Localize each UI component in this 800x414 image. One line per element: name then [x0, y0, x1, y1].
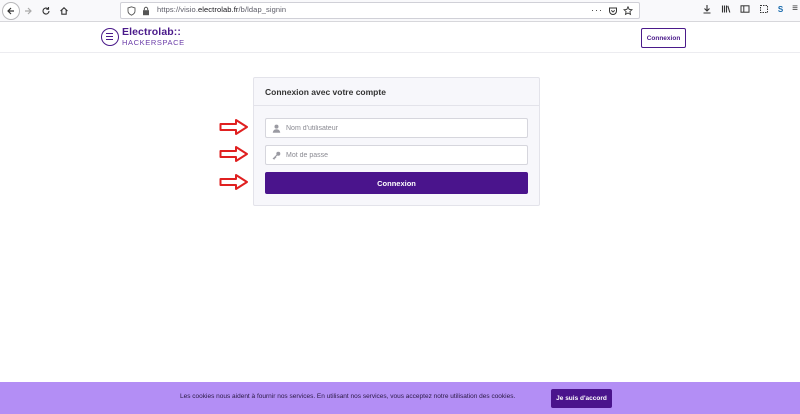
submit-login-button[interactable]: Connexion	[265, 172, 528, 194]
password-field[interactable]	[265, 145, 528, 165]
back-button[interactable]	[2, 2, 20, 20]
cookie-banner: Les cookies nous aident à fournir nos se…	[0, 382, 800, 414]
site-header: Electrolab:: HACKERSPACE Connexion	[0, 22, 800, 53]
cookie-accept-button[interactable]: Je suis d'accord	[551, 389, 612, 408]
red-arrow-icon	[219, 146, 248, 162]
username-field[interactable]	[265, 118, 528, 138]
pocket-icon[interactable]	[608, 6, 618, 16]
lock-icon[interactable]	[142, 6, 150, 16]
back-arrow-icon	[7, 7, 14, 15]
red-arrow-icon	[219, 174, 248, 190]
login-card: Connexion avec votre compte Connexion	[253, 77, 540, 206]
forward-arrow-icon	[25, 7, 32, 15]
logo-title: Electrolab::	[122, 26, 181, 38]
cookie-text: Les cookies nous aident à fournir nos se…	[180, 393, 516, 400]
password-input[interactable]	[286, 148, 521, 163]
home-button[interactable]	[56, 3, 72, 19]
logo[interactable]: Electrolab:: HACKERSPACE	[101, 27, 185, 46]
sidebar-icon[interactable]	[740, 4, 750, 14]
user-icon	[272, 124, 281, 133]
home-icon	[60, 7, 68, 15]
browser-toolbar: https://visio.electrolab.fr/b/ldap_signi…	[0, 0, 800, 22]
reload-button[interactable]	[38, 3, 54, 19]
library-icon[interactable]	[721, 4, 731, 14]
key-icon	[272, 151, 281, 160]
screenshot-icon[interactable]	[759, 4, 769, 14]
bookmark-star-icon[interactable]	[623, 6, 633, 16]
url-text: https://visio.electrolab.fr/b/ldap_signi…	[157, 5, 287, 14]
username-input[interactable]	[286, 121, 521, 136]
url-bar[interactable]: https://visio.electrolab.fr/b/ldap_signi…	[120, 2, 640, 19]
login-title: Connexion avec votre compte	[254, 78, 539, 106]
red-arrow-icon	[219, 119, 248, 135]
profile-avatar[interactable]: S	[778, 5, 783, 14]
header-login-button[interactable]: Connexion	[641, 28, 686, 48]
logo-subtitle: HACKERSPACE	[122, 37, 185, 47]
browser-tools: S ≡	[702, 4, 798, 14]
page-actions-menu-icon[interactable]: ···	[591, 5, 603, 15]
shield-icon[interactable]	[127, 6, 136, 16]
logo-icon	[101, 27, 119, 46]
hamburger-menu-icon[interactable]: ≡	[792, 4, 798, 14]
download-icon[interactable]	[702, 4, 712, 14]
forward-button[interactable]	[20, 3, 36, 19]
reload-icon	[42, 7, 50, 15]
